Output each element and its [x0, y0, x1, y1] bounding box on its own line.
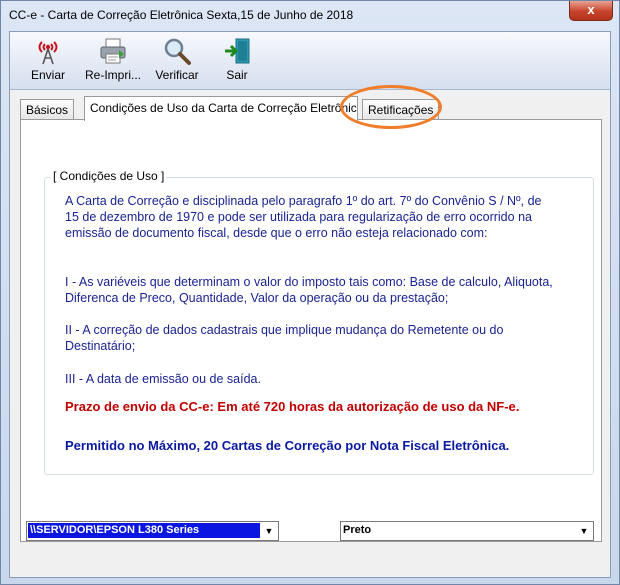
- reimprimir-button[interactable]: Re-Impri...: [83, 36, 143, 86]
- item-1-text: I - As variéveis que determinam o valor …: [65, 275, 553, 305]
- color-select-value: Preto: [343, 524, 372, 536]
- client-area: Enviar Re-Impri... Verificar Sair Básico…: [9, 31, 611, 578]
- enviar-label: Enviar: [30, 68, 65, 82]
- tab-strip: Básicos Condições de Uso da Carta de Cor…: [20, 96, 610, 121]
- printer-icon: [100, 38, 126, 64]
- title-bar: CC-e - Carta de Correção Eletrônica Sext…: [1, 1, 619, 31]
- tab-condicoes-de-uso[interactable]: Condições de Uso da Carta de Correção El…: [84, 96, 358, 121]
- toolbar: Enviar Re-Impri... Verificar Sair: [10, 32, 610, 90]
- antenna-icon: [38, 41, 58, 65]
- chevron-down-icon[interactable]: ▼: [261, 523, 277, 539]
- verificar-button[interactable]: Verificar: [152, 36, 202, 86]
- magnifier-icon: [164, 38, 191, 65]
- tab-basicos[interactable]: Básicos: [20, 99, 75, 120]
- item-2-text: II - A correção de dados cadastrais que …: [65, 323, 504, 353]
- printer-select-value: \\SERVIDOR\EPSON L380 Series: [28, 523, 260, 538]
- limit-text: Permitido no Máximo, 20 Cartas de Correç…: [65, 438, 510, 453]
- color-select[interactable]: Preto ▼: [340, 521, 594, 541]
- reimprimir-label: Re-Impri...: [84, 68, 141, 82]
- deadline-text: Prazo de envio da CC-e: Em até 720 horas…: [65, 399, 520, 414]
- sair-label: Sair: [226, 68, 248, 82]
- printer-select[interactable]: \\SERVIDOR\EPSON L380 Series ▼: [26, 521, 279, 541]
- close-button[interactable]: x: [569, 1, 613, 21]
- intro-text: A Carta de Correção e disciplinada pelo …: [65, 194, 542, 240]
- verificar-label: Verificar: [155, 68, 199, 82]
- conditions-groupbox: [ Condições de Uso ] A Carta de Correção…: [44, 169, 594, 475]
- exit-door-icon: [225, 38, 250, 64]
- window-title: CC-e - Carta de Correção Eletrônica Sext…: [9, 8, 354, 22]
- enviar-button[interactable]: Enviar: [28, 36, 68, 86]
- group-title: [ Condições de Uso ]: [51, 169, 167, 183]
- tab-panel-condicoes: [ Condições de Uso ] A Carta de Correção…: [20, 119, 602, 542]
- item-3-text: III - A data de emissão ou de saída.: [65, 372, 261, 386]
- main-window: CC-e - Carta de Correção Eletrônica Sext…: [0, 0, 620, 585]
- chevron-down-icon[interactable]: ▼: [576, 523, 592, 539]
- sair-button[interactable]: Sair: [217, 36, 257, 86]
- tab-retificacoes[interactable]: Retificações: [362, 99, 440, 120]
